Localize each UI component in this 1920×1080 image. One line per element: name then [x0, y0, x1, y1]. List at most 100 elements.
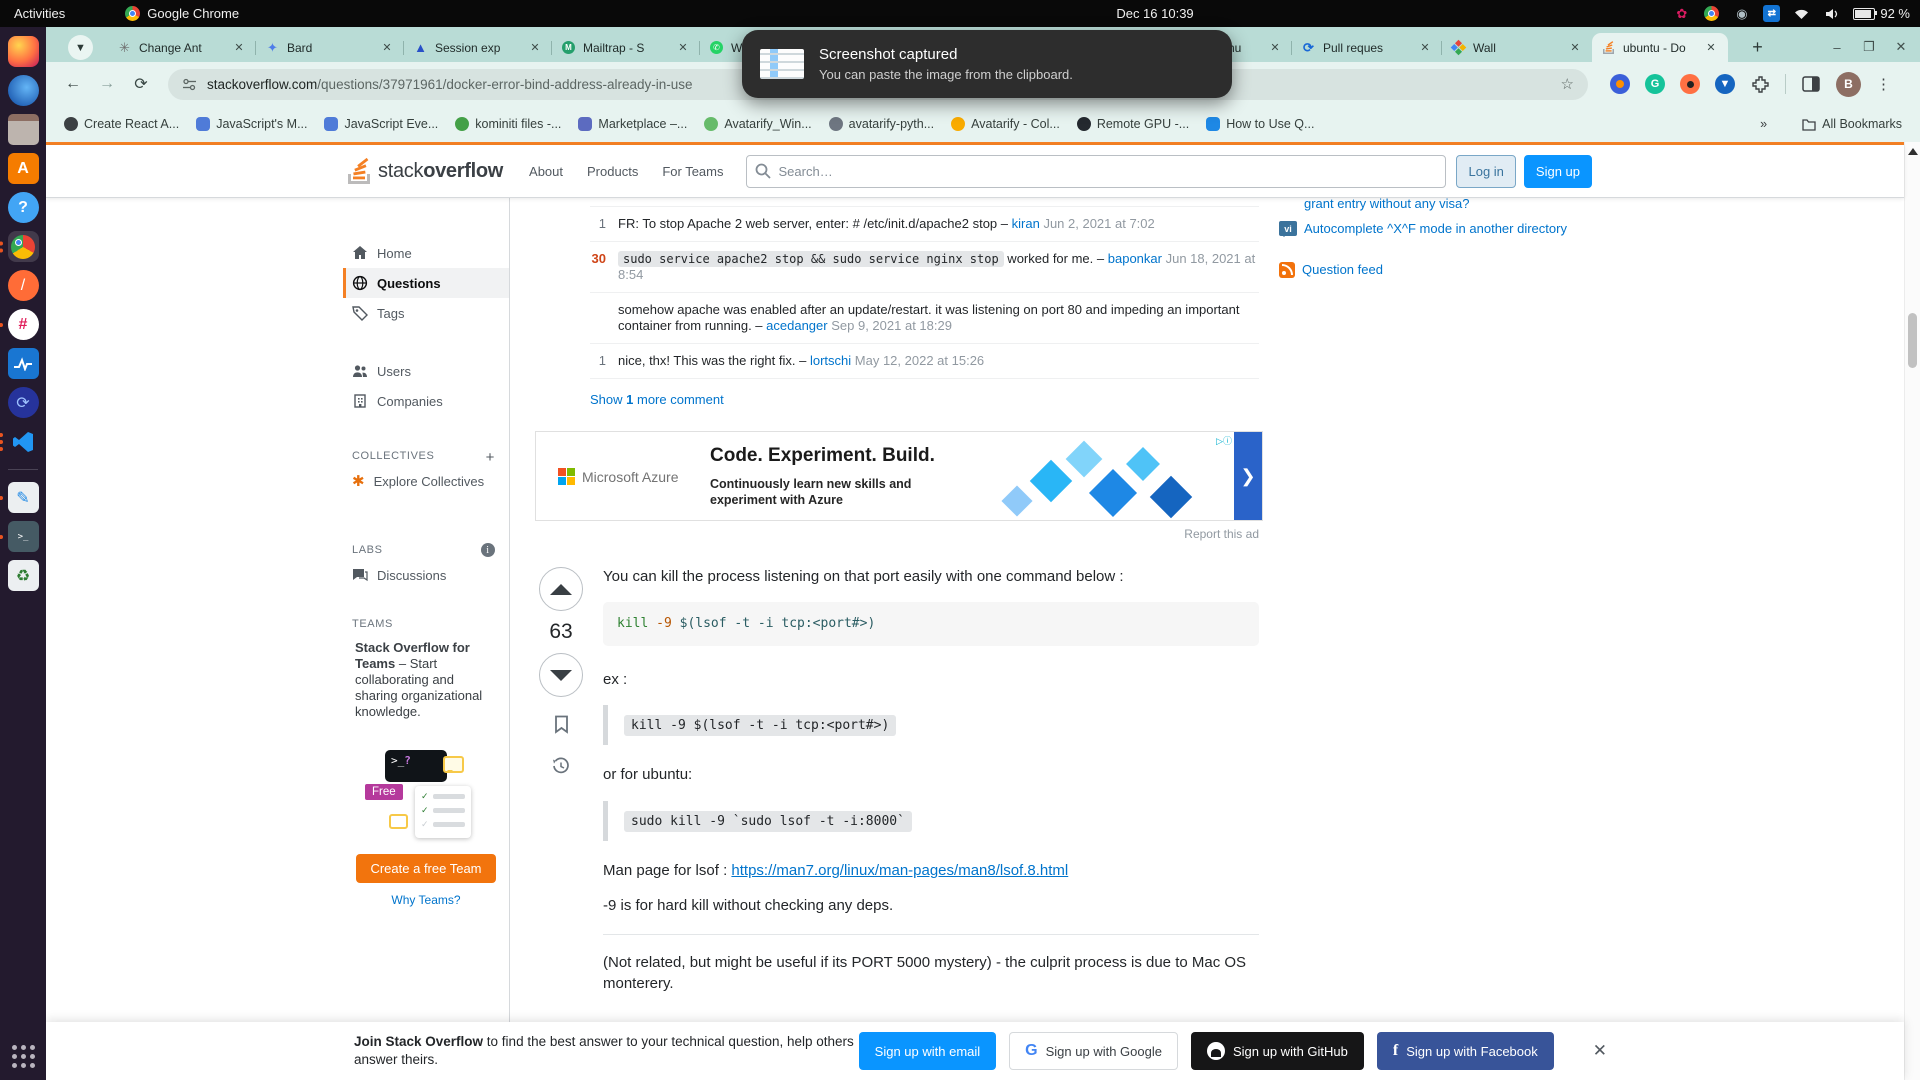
tab-close-icon[interactable]: ✕ [1417, 40, 1433, 56]
back-icon[interactable]: ← [58, 69, 88, 99]
screenshot-notification[interactable]: Screenshot captured You can paste the im… [742, 30, 1232, 98]
history-icon[interactable] [552, 757, 570, 780]
trash-icon[interactable]: ♻ [8, 560, 39, 591]
activities-button[interactable]: Activities [0, 6, 79, 21]
hot-question-link[interactable]: grant entry without any visa? [1304, 196, 1469, 211]
signup-github-button[interactable]: Sign up with GitHub [1191, 1032, 1364, 1070]
tab-mailtrap[interactable]: M Mailtrap - S ✕ [552, 33, 700, 62]
nav-products[interactable]: Products [575, 157, 650, 186]
tab-bard[interactable]: ✦ Bard ✕ [256, 33, 404, 62]
tab-wall[interactable]: Wall ✕ [1442, 33, 1592, 62]
bookmark-icon[interactable] [553, 715, 570, 739]
scrollbar-thumb[interactable] [1908, 313, 1917, 368]
sidebar-item-companies[interactable]: Companies [343, 386, 509, 416]
sidebar-item-tags[interactable]: Tags [343, 298, 509, 328]
sidebar-item-discussions[interactable]: Discussions [343, 560, 509, 590]
show-apps-icon[interactable] [12, 1045, 35, 1068]
firefox-icon[interactable] [8, 36, 39, 67]
indicator-icon-1[interactable]: ✿ [1673, 5, 1690, 22]
bookmark-item[interactable]: JavaScript Eve... [324, 117, 438, 131]
tab-close-icon[interactable]: ✕ [231, 40, 247, 56]
text-editor-icon[interactable]: ✎ [8, 482, 39, 513]
show-more-comments-link[interactable]: Show 1 more comment [590, 392, 724, 407]
bookmark-item[interactable]: Remote GPU -... [1077, 117, 1189, 131]
search-input[interactable] [746, 155, 1447, 188]
tab-search-button[interactable]: ▼ [68, 35, 93, 60]
bookmark-star-icon[interactable]: ☆ [1561, 75, 1574, 93]
focused-app-indicator[interactable]: Google Chrome [125, 6, 239, 21]
labs-info-icon[interactable]: i [481, 543, 495, 557]
side-panel-icon[interactable] [1801, 74, 1821, 94]
extension-icon-2[interactable] [1680, 74, 1700, 94]
comment-author-link[interactable]: lortschi [810, 353, 851, 368]
nav-about[interactable]: About [517, 157, 575, 186]
signup-email-button[interactable]: Sign up with email [859, 1032, 997, 1070]
tab-pull-requests[interactable]: ⟳ Pull reques ✕ [1292, 33, 1442, 62]
tab-change-ant[interactable]: ✳ Change Ant ✕ [108, 33, 256, 62]
tab-close-icon[interactable]: ✕ [675, 40, 691, 56]
all-bookmarks-button[interactable]: All Bookmarks [1802, 117, 1902, 131]
sidebar-item-questions[interactable]: Questions [343, 268, 509, 298]
bookmark-item[interactable]: JavaScript's M... [196, 117, 307, 131]
reload-icon[interactable]: ⟳ [126, 69, 156, 99]
wifi-icon[interactable] [1793, 5, 1810, 22]
tab-close-icon[interactable]: ✕ [1703, 40, 1719, 56]
signup-google-button[interactable]: GSign up with Google [1009, 1032, 1178, 1070]
battery-indicator[interactable]: 92 % [1853, 6, 1910, 21]
teamviewer-icon[interactable]: ⇄ [1763, 5, 1780, 22]
bookmark-item[interactable]: Create React A... [64, 117, 179, 131]
signup-button[interactable]: Sign up [1524, 155, 1592, 188]
hot-question-link[interactable]: Autocomplete ^X^F mode in another direct… [1304, 221, 1567, 236]
bookmark-item[interactable]: Marketplace –... [578, 117, 687, 131]
thunderbird-icon[interactable] [8, 75, 39, 106]
bookmark-item[interactable]: How to Use Q... [1206, 117, 1314, 131]
terminal-icon[interactable]: >_ [8, 521, 39, 552]
ad-next-arrow[interactable]: ❯ [1234, 432, 1262, 520]
login-button[interactable]: Log in [1456, 155, 1515, 188]
sidebar-item-home[interactable]: Home [343, 238, 509, 268]
extension-icon-1[interactable] [1610, 74, 1630, 94]
profile-avatar[interactable]: B [1836, 72, 1861, 97]
extensions-puzzle-icon[interactable] [1750, 74, 1770, 94]
browser-menu-icon[interactable]: ⋮ [1876, 75, 1891, 93]
restore-icon[interactable]: ❐ [1856, 34, 1882, 60]
tab-close-icon[interactable]: ✕ [379, 40, 395, 56]
bookmarks-overflow-icon[interactable]: » [1760, 117, 1767, 131]
chrome-dock-icon[interactable] [8, 231, 39, 262]
ubuntu-software-icon[interactable]: A [8, 153, 39, 184]
grammarly-icon[interactable]: G [1645, 74, 1665, 94]
remote-app-icon[interactable]: ⟳ [8, 387, 39, 418]
system-monitor-icon[interactable] [8, 348, 39, 379]
man-page-link[interactable]: https://man7.org/linux/man-pages/man8/ls… [731, 862, 1068, 879]
clock[interactable]: Dec 16 10:39 [1060, 6, 1250, 21]
bookmark-item[interactable]: avatarify-pyth... [829, 117, 934, 131]
tab-close-icon[interactable]: ✕ [1267, 40, 1283, 56]
indicator-icon-2[interactable]: ◉ [1733, 5, 1750, 22]
tab-active-ubuntu[interactable]: ubuntu - Do ✕ [1592, 33, 1728, 62]
minimize-icon[interactable]: – [1824, 34, 1850, 60]
report-ad-link[interactable]: Report this ad [535, 527, 1259, 541]
add-collective-icon[interactable]: + [486, 449, 495, 466]
scroll-up-icon[interactable] [1908, 148, 1918, 155]
bookmark-item[interactable]: kominiti files -... [455, 117, 561, 131]
close-window-icon[interactable]: ✕ [1888, 34, 1914, 60]
create-team-button[interactable]: Create a free Team [356, 854, 496, 883]
banner-close-icon[interactable]: ✕ [1593, 1041, 1607, 1061]
chrome-tray-icon[interactable] [1703, 5, 1720, 22]
tab-close-icon[interactable]: ✕ [527, 40, 543, 56]
comment-author-link[interactable]: kiran [1012, 216, 1040, 231]
forward-icon[interactable]: → [92, 69, 122, 99]
volume-icon[interactable] [1823, 5, 1840, 22]
site-settings-icon[interactable] [182, 77, 197, 92]
bookmark-item[interactable]: Avatarify_Win... [704, 117, 811, 131]
new-tab-button[interactable]: + [1745, 35, 1770, 60]
tab-session[interactable]: ▲ Session exp ✕ [404, 33, 552, 62]
postman-icon[interactable]: / [8, 270, 39, 301]
azure-ad-banner[interactable]: Microsoft Azure Code. Experiment. Build.… [535, 431, 1263, 521]
question-feed-link[interactable]: Question feed [1302, 262, 1383, 277]
vscode-icon[interactable] [8, 426, 39, 457]
help-icon[interactable]: ? [8, 192, 39, 223]
sidebar-item-explore-collectives[interactable]: ✱ Explore Collectives [343, 466, 509, 496]
nav-for-teams[interactable]: For Teams [650, 157, 735, 186]
bookmark-item[interactable]: Avatarify - Col... [951, 117, 1060, 131]
